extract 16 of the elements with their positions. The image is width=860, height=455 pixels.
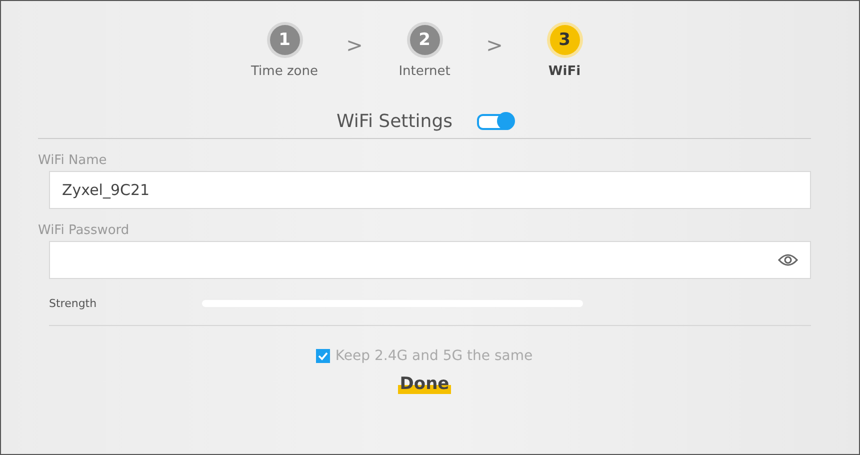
step-separator: > <box>345 33 364 57</box>
input-field[interactable] <box>49 241 811 279</box>
step-label: WiFi <box>548 64 581 79</box>
step-number[interactable]: 3 <box>550 25 580 55</box>
step-separator: > <box>485 33 504 57</box>
eye-icon[interactable] <box>778 253 798 267</box>
checkbox[interactable] <box>316 349 330 363</box>
field-label: WiFi Password <box>38 223 130 238</box>
input-field[interactable]: Zyxel_9C21 <box>49 171 811 209</box>
toggle-switch[interactable] <box>476 114 512 130</box>
section-title: WiFi Settings <box>336 111 452 132</box>
step-label: Time zone <box>251 64 318 79</box>
step-label: Internet <box>398 64 450 79</box>
checkbox-label: Keep 2.4G and 5G the same <box>335 348 533 364</box>
field-label: WiFi Name <box>38 153 108 168</box>
strength-label: Strength <box>49 297 98 310</box>
